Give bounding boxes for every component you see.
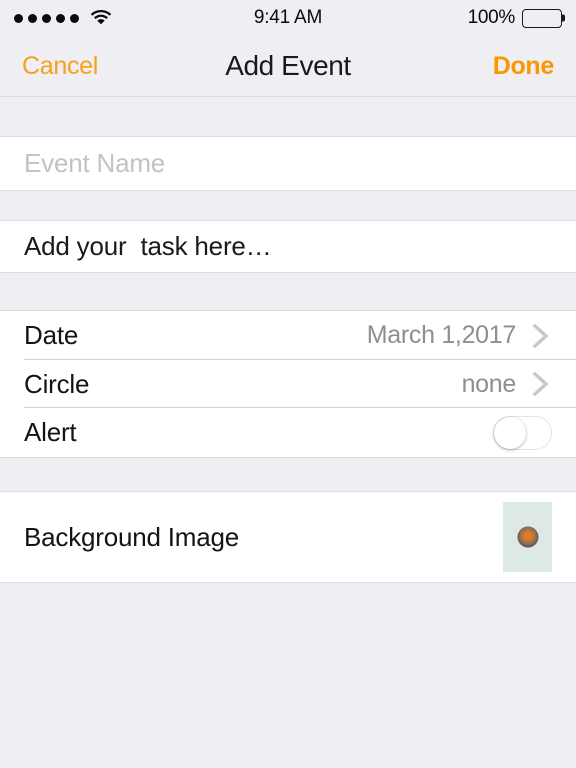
circle-row[interactable]: Circle none xyxy=(0,360,576,408)
date-row-value: March 1,2017 xyxy=(366,321,517,349)
battery-icon xyxy=(522,8,565,28)
navigation-bar: Cancel Add Event Done xyxy=(0,36,576,97)
status-bar: 9:41 AM 100% xyxy=(0,0,576,36)
wifi-icon xyxy=(89,7,113,30)
doorknob-icon xyxy=(517,526,538,548)
cancel-button[interactable]: Cancel xyxy=(22,52,98,81)
event-name-input[interactable]: Event Name xyxy=(24,148,165,179)
section-gap-1 xyxy=(0,191,576,220)
task-section: Add your task here… xyxy=(0,220,576,273)
chevron-right-icon xyxy=(530,321,552,351)
section-gap-top xyxy=(0,97,576,136)
battery-cap xyxy=(562,14,565,22)
alert-toggle-knob xyxy=(494,416,526,449)
task-row[interactable]: Add your task here… xyxy=(0,221,576,272)
section-gap-3 xyxy=(0,458,576,491)
date-row[interactable]: Date March 1,2017 xyxy=(0,311,576,360)
battery-percentage: 100% xyxy=(467,7,516,28)
signal-strength-icon xyxy=(14,13,79,23)
bottom-area xyxy=(0,583,576,768)
alert-row[interactable]: Alert xyxy=(0,408,576,457)
event-details-section: Date March 1,2017 Circle none Alert xyxy=(0,310,576,458)
status-bar-left xyxy=(14,7,113,30)
chevron-right-icon xyxy=(530,369,552,399)
screen: 9:41 AM 100% Cancel Add Event Done Event… xyxy=(0,0,576,768)
circle-row-value: none xyxy=(461,369,517,398)
section-gap-2 xyxy=(0,273,576,310)
done-button[interactable]: Done xyxy=(493,52,555,81)
task-input[interactable]: Add your task here… xyxy=(24,231,272,262)
event-name-section: Event Name xyxy=(0,136,576,191)
alert-toggle-switch[interactable] xyxy=(493,415,552,450)
date-row-label: Date xyxy=(24,320,79,350)
status-bar-right: 100% xyxy=(467,7,565,29)
event-name-row[interactable]: Event Name xyxy=(0,137,576,190)
background-image-thumbnail[interactable] xyxy=(503,502,552,572)
circle-row-label: Circle xyxy=(24,368,90,399)
background-image-label: Background Image xyxy=(24,521,240,552)
background-image-row[interactable]: Background Image xyxy=(0,492,576,582)
alert-row-label: Alert xyxy=(24,417,77,447)
clock-time: 9:41 AM xyxy=(253,7,323,28)
background-image-section: Background Image xyxy=(0,491,576,583)
